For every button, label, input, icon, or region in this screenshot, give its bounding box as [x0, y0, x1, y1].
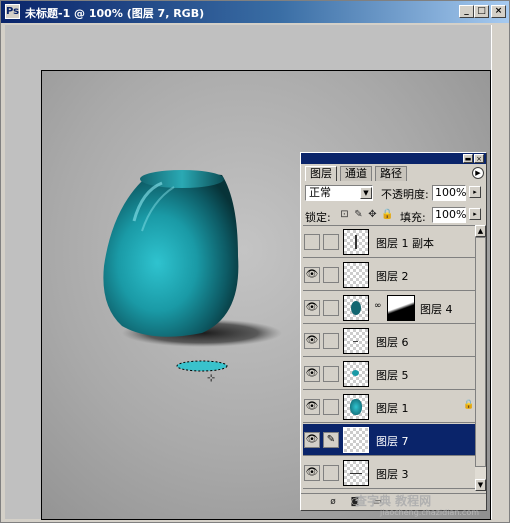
layer-row[interactable]: 👁 图层 5: [303, 358, 475, 390]
lock-transparency-icon[interactable]: ⊡: [339, 209, 350, 220]
close-icon[interactable]: ×: [491, 5, 506, 18]
lock-position-icon[interactable]: ✥: [367, 209, 378, 220]
layer-name: 图层 5: [376, 369, 409, 382]
scroll-thumb[interactable]: [475, 237, 486, 467]
layer-row[interactable]: 👁 图层 1 🔒: [303, 391, 475, 423]
lock-all-icon[interactable]: 🔒: [381, 209, 393, 220]
layer-thumbnail: [343, 394, 369, 420]
opacity-slider-button[interactable]: ▸: [469, 186, 481, 198]
layer-name: 图层 6: [376, 336, 409, 349]
vase-rim: [140, 170, 224, 188]
layer-row[interactable]: 👁 图层 6: [303, 325, 475, 357]
link-toggle[interactable]: [323, 366, 339, 382]
opacity-field[interactable]: 100%: [432, 185, 466, 201]
vase-body: [103, 173, 239, 337]
lock-image-icon[interactable]: ✎: [353, 209, 364, 220]
link-toggle[interactable]: [323, 465, 339, 481]
eye-icon[interactable]: 👁: [304, 333, 320, 349]
layer-style-icon[interactable]: ø: [327, 496, 339, 508]
layer-mask-thumbnail[interactable]: [387, 295, 415, 321]
palette-menu-icon[interactable]: ▶: [472, 167, 484, 179]
layer-name: 图层 7: [376, 435, 409, 448]
cursor-icon: ⊹: [207, 373, 215, 384]
lock-icon: 🔒: [463, 400, 475, 410]
layer-thumbnail: [343, 328, 369, 354]
layer-thumbnail: [343, 427, 369, 453]
chevron-down-icon[interactable]: ▼: [360, 187, 372, 199]
lock-label: 锁定:: [305, 211, 331, 224]
scroll-down-icon[interactable]: ▼: [475, 479, 486, 491]
maximize-icon[interactable]: □: [474, 5, 489, 18]
eye-icon[interactable]: 👁: [304, 267, 320, 283]
layer-row-selected[interactable]: 👁 ✎ 图层 7: [303, 424, 475, 456]
layer-name: 图层 1 副本: [376, 237, 434, 250]
layer-name: 图层 3: [376, 468, 409, 481]
layer-name: 图层 4: [420, 303, 453, 316]
brush-icon[interactable]: ✎: [323, 432, 339, 448]
blend-mode-select[interactable]: 正常 ▼: [305, 185, 373, 201]
layer-thumbnail: [343, 262, 369, 288]
link-toggle[interactable]: [323, 234, 339, 250]
title-bar[interactable]: Ps 未标题-1 @ 100% (图层 7, RGB) _ □ ×: [1, 1, 509, 23]
fill-field[interactable]: 100%: [432, 207, 466, 223]
layer-row[interactable]: 👁 ∞ 图层 4: [303, 292, 475, 324]
window-title: 未标题-1 @ 100% (图层 7, RGB): [25, 7, 205, 20]
elliptical-selection: [176, 360, 228, 372]
link-toggle[interactable]: [323, 399, 339, 415]
minimize-icon[interactable]: _: [459, 5, 474, 18]
layer-row[interactable]: 图层 1 副本: [303, 226, 475, 258]
layer-name: 图层 1: [376, 402, 409, 415]
link-toggle[interactable]: [323, 300, 339, 316]
fill-label: 填充:: [400, 211, 426, 224]
layers-palette: ▬ × 图层 通道 路径 ▶ 正常 ▼ 不透明度: 100% ▸ 锁定: ⊡ ✎…: [300, 152, 487, 511]
layer-thumbnail: [343, 361, 369, 387]
opacity-label: 不透明度:: [381, 188, 429, 201]
scroll-up-icon[interactable]: ▲: [475, 225, 486, 237]
eye-icon[interactable]: 👁: [304, 366, 320, 382]
layer-row[interactable]: 👁 图层 3: [303, 457, 475, 489]
layer-row[interactable]: 👁 图层 2: [303, 259, 475, 291]
layer-list-scrollbar[interactable]: ▲ ▼: [475, 225, 486, 491]
tab-layers[interactable]: 图层: [305, 166, 337, 181]
palette-minimize-icon[interactable]: ▬: [463, 154, 473, 163]
palette-close-icon[interactable]: ×: [474, 154, 484, 163]
eye-icon[interactable]: 👁: [304, 432, 320, 448]
watermark: 查字典 教程网: [355, 494, 432, 508]
photoshop-doc-icon[interactable]: Ps: [5, 4, 20, 19]
eye-icon[interactable]: 👁: [304, 300, 320, 316]
fill-slider-button[interactable]: ▸: [469, 208, 481, 220]
layer-thumbnail: [343, 295, 369, 321]
chain-link-icon[interactable]: ∞: [374, 301, 382, 311]
palette-titlebar[interactable]: ▬ ×: [301, 153, 486, 164]
layer-list: 图层 1 副本 👁 图层 2 👁 ∞ 图层 4 👁 图层 6 👁 图层 5 👁 …: [303, 225, 475, 492]
tab-paths[interactable]: 路径: [375, 166, 407, 181]
blend-mode-value: 正常: [309, 186, 331, 199]
layer-thumbnail: [343, 460, 369, 486]
eye-icon[interactable]: 👁: [304, 465, 320, 481]
link-toggle[interactable]: [323, 333, 339, 349]
watermark-url: jiaocheng.chazidian.com: [380, 508, 480, 517]
layer-thumbnail: [343, 229, 369, 255]
eye-icon[interactable]: 👁: [304, 399, 320, 415]
vertical-scrollbar[interactable]: [491, 25, 508, 519]
layer-name: 图层 2: [376, 270, 409, 283]
link-toggle[interactable]: [323, 267, 339, 283]
visibility-toggle[interactable]: [304, 234, 320, 250]
tab-channels[interactable]: 通道: [340, 166, 372, 181]
